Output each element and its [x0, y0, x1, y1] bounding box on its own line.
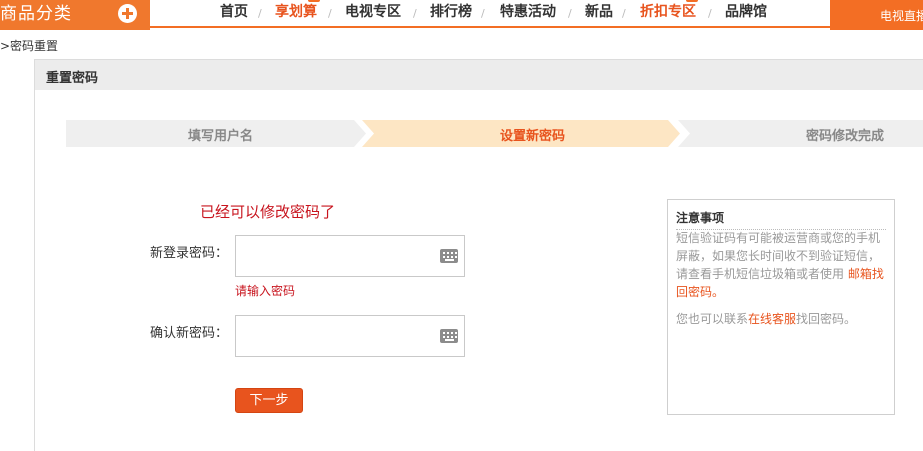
- step-label: 填写用户名: [188, 129, 254, 144]
- top-navigation: 商品分类 首页 / 享划算 / 电视专区 / 排行榜 / 特惠活动 / 新品 /…: [0, 0, 923, 30]
- panel-header: 重置密码: [35, 60, 923, 90]
- hot-tag: [686, 0, 698, 2]
- nav-item-home[interactable]: 首页: [220, 3, 248, 21]
- hot-tag: [308, 0, 320, 2]
- next-step-button[interactable]: 下一步: [235, 388, 303, 413]
- breadcrumb: >密码重置: [0, 39, 59, 53]
- nav-separator: /: [413, 7, 417, 20]
- nav-item-new[interactable]: 新品: [585, 3, 613, 21]
- new-password-input[interactable]: [242, 246, 432, 266]
- nav-item-tv-zone[interactable]: 电视专区: [345, 3, 401, 21]
- page-title: 重置密码: [46, 71, 99, 86]
- nav-item-rankings[interactable]: 排行榜: [430, 3, 472, 21]
- step-complete: 密码修改完成: [678, 120, 923, 147]
- notice-extra-prefix: 您也可以联系: [676, 312, 749, 326]
- step-label: 设置新密码: [500, 129, 566, 144]
- keyboard-icon[interactable]: [440, 249, 458, 263]
- nav-separator: /: [258, 7, 262, 20]
- keyboard-icon[interactable]: [440, 329, 458, 343]
- online-service-link[interactable]: 在线客服: [748, 312, 796, 326]
- category-menu-label: 商品分类: [0, 4, 72, 24]
- nav-separator: /: [481, 7, 485, 20]
- plus-icon[interactable]: [118, 4, 137, 23]
- notice-title: 注意事项: [676, 209, 886, 230]
- notice-extra-suffix: 找回密码。: [796, 312, 857, 326]
- notice-extra: 您也可以联系在线客服找回密码。: [676, 310, 888, 328]
- nav-separator: /: [568, 7, 572, 20]
- new-password-label: 新登录密码：: [150, 246, 229, 261]
- notice-box: 注意事项 短信验证码有可能被运营商或您的手机屏蔽，如果您长时间收不到验证短信，请…: [667, 199, 895, 415]
- main-nav: 首页 / 享划算 / 电视专区 / 排行榜 / 特惠活动 / 新品 / 折扣专区…: [150, 0, 830, 28]
- step-enter-username: 填写用户名: [66, 120, 366, 147]
- nav-separator: /: [328, 7, 332, 20]
- nav-item-promotions[interactable]: 特惠活动: [500, 3, 556, 21]
- reset-password-panel: 重置密码 填写用户名 设置新密码 密码修改完成 已经可以修改密码了 新登录密码：: [34, 59, 923, 451]
- step-set-new-password: 设置新密码: [362, 120, 682, 147]
- tv-live-label: 电视直播: [880, 9, 923, 23]
- nav-item-brands[interactable]: 品牌馆: [725, 3, 767, 21]
- step-background: [678, 120, 923, 147]
- tv-live-link[interactable]: 电视直播: [830, 0, 923, 30]
- nav-separator: /: [622, 7, 626, 20]
- category-menu[interactable]: 商品分类: [0, 0, 150, 30]
- step-label: 密码修改完成: [806, 129, 885, 144]
- nav-separator: /: [708, 7, 712, 20]
- confirm-password-label: 确认新密码：: [150, 326, 229, 341]
- new-password-error: 请输入密码: [235, 284, 296, 298]
- new-password-field[interactable]: [235, 235, 465, 277]
- notice-body: 短信验证码有可能被运营商或您的手机屏蔽，如果您长时间收不到验证短信，请查看手机短…: [676, 229, 888, 301]
- nav-item-discount[interactable]: 折扣专区: [640, 3, 696, 21]
- nav-item-deals[interactable]: 享划算: [275, 3, 317, 21]
- success-message: 已经可以修改密码了: [200, 203, 336, 221]
- confirm-password-input[interactable]: [242, 326, 432, 346]
- progress-steps: 填写用户名 设置新密码 密码修改完成: [66, 120, 923, 147]
- confirm-password-field[interactable]: [235, 315, 465, 357]
